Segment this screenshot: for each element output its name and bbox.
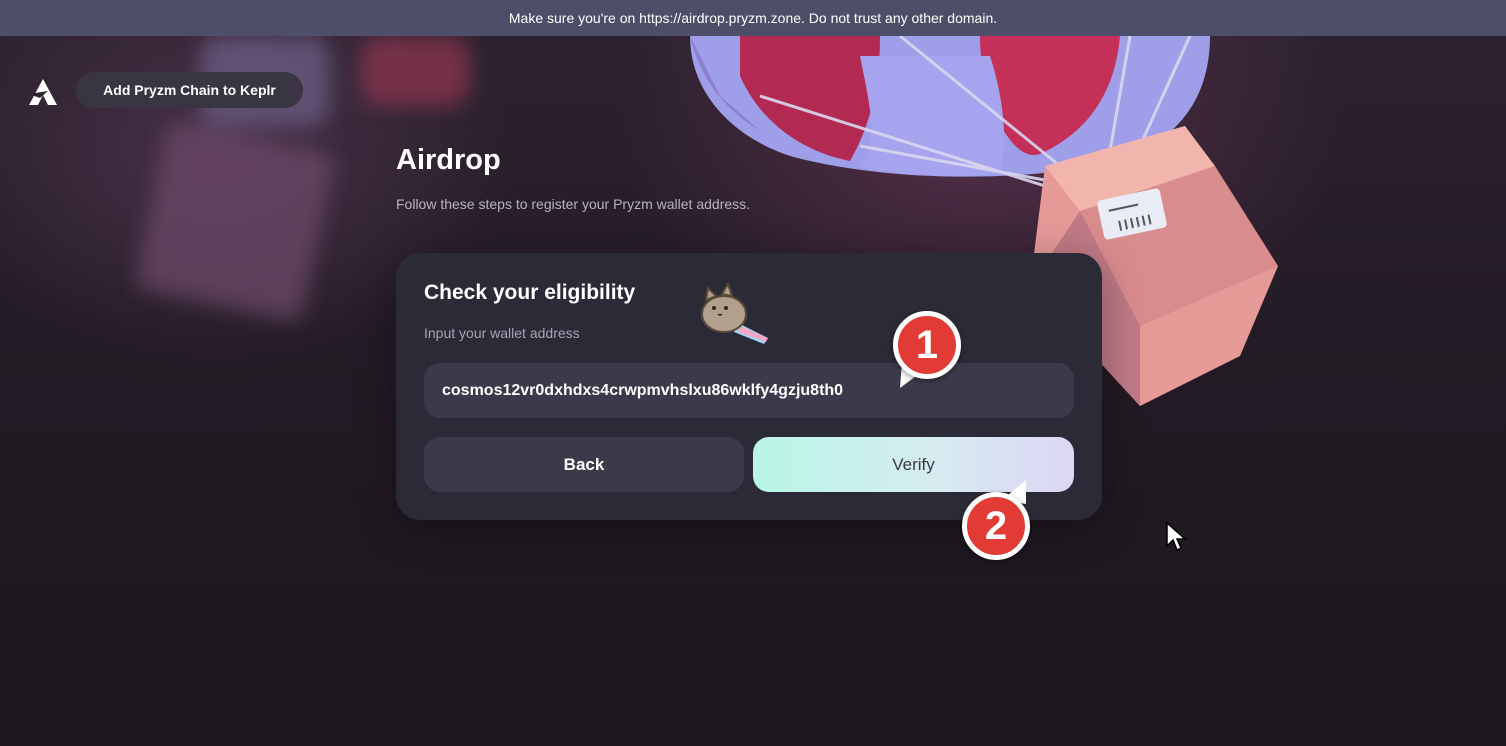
step-1-number: 1: [915, 322, 939, 367]
add-pryzm-to-keplr-button[interactable]: Add Pryzm Chain to Keplr: [76, 72, 303, 108]
page-title: Airdrop: [396, 144, 501, 176]
page-subtitle: Follow these steps to register your Pryz…: [396, 196, 751, 212]
domain-warning-banner: Make sure you're on https://airdrop.pryz…: [0, 0, 1506, 36]
cat-sticker-icon: [701, 282, 768, 344]
mouse-cursor-icon: [1166, 522, 1186, 552]
wallet-address-input[interactable]: [424, 363, 1074, 418]
wallet-address-label: Input your wallet address: [424, 325, 580, 341]
back-button[interactable]: Back: [424, 437, 744, 492]
step-2-number: 2: [984, 503, 1008, 548]
step-2-marker: 2: [962, 492, 1030, 560]
step-1-marker: 1: [893, 311, 961, 379]
pryzm-logo-icon[interactable]: [26, 76, 60, 110]
card-title: Check your eligibility: [424, 281, 636, 304]
domain-warning-text: Make sure you're on https://airdrop.pryz…: [508, 10, 998, 26]
